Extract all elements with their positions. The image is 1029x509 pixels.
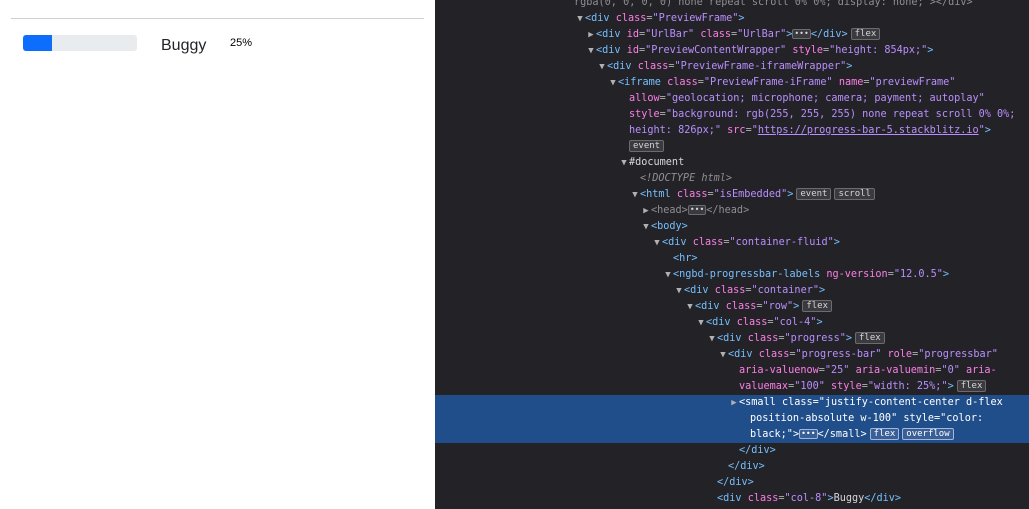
markup-tree-node[interactable]: aria-valuenow="25" aria-valuemin="0" ari… [435, 363, 1029, 379]
markup-line-text: <div class="container-fluid"> [662, 237, 840, 248]
markup-tree-node[interactable]: ▼ <body> [435, 219, 1029, 235]
markup-line-text: </div> [717, 477, 754, 488]
collapse-triangle-icon[interactable]: ▼ [685, 299, 695, 315]
collapse-triangle-icon[interactable]: ▼ [597, 59, 607, 75]
markup-line-text: valuemax="100" style="width: 25%;"> flex [739, 380, 987, 392]
horizontal-rule [11, 18, 424, 19]
markup-tree-node[interactable]: </div> [435, 459, 1029, 475]
collapse-triangle-icon[interactable]: ▼ [586, 43, 596, 59]
expand-triangle-icon[interactable]: ▶ [729, 395, 739, 411]
markup-line-text: <hr> [673, 253, 698, 264]
markup-tree-node[interactable]: ▶ <head> ••• </head> [435, 203, 1029, 219]
markup-tree-node[interactable]: ▼ <html class="isEmbedded"> event scroll [435, 187, 1029, 203]
markup-tree-node[interactable]: ▼ <div id="PreviewContentWrapper" style="… [435, 43, 1029, 59]
markup-tree-node[interactable]: ▼ <div class="PreviewFrame"> [435, 11, 1029, 27]
markup-tree-node[interactable]: <hr> [435, 251, 1029, 267]
row-label: Buggy [161, 37, 207, 54]
markup-tree-node[interactable]: style="background: rgb(255, 255, 255) no… [435, 107, 1029, 123]
markup-tree-node[interactable]: ▼ <div class="container-fluid"> [435, 235, 1029, 251]
markup-tree-node[interactable]: ▼ <iframe class="PreviewFrame-iFrame" nam… [435, 75, 1029, 91]
markup-tree-node[interactable]: rgba(0, 0, 0, 0) none repeat scroll 0% 0… [435, 0, 1029, 11]
markup-line-text: <html class="isEmbedded"> event scroll [640, 188, 875, 200]
markup-line-text: <div class="PreviewFrame-iframeWrapper"> [607, 61, 853, 72]
markup-tree-node[interactable]: </div> [435, 475, 1029, 491]
collapse-triangle-icon[interactable]: ▼ [575, 11, 585, 27]
markup-line-text: <div class="progress-bar" role="progress… [728, 349, 998, 360]
collapse-triangle-icon[interactable]: ▼ [674, 283, 684, 299]
markup-line-text: style="background: rgb(255, 255, 255) no… [629, 109, 1016, 120]
markup-tree-node[interactable]: ▼ <div class="progress-bar" role="progres… [435, 347, 1029, 363]
markup-line-text: <div id="PreviewContentWrapper" style="h… [596, 45, 934, 56]
markup-tree-node[interactable]: event [435, 139, 1029, 155]
progress-percent-text: 25% [230, 37, 253, 49]
markup-line-text: height: 826px;" src="https://progress-ba… [629, 125, 991, 136]
markup-line-text: <iframe class="PreviewFrame-iFrame" name… [618, 77, 956, 88]
markup-line-text: <div class="PreviewFrame"> [585, 13, 745, 24]
markup-line-text: allow="geolocation; microphone; camera; … [629, 93, 985, 104]
markup-line-text: <div class="container"> [684, 285, 826, 296]
collapse-triangle-icon[interactable]: ▼ [718, 347, 728, 363]
markup-line-text: <div class="progress"> flex [717, 332, 885, 344]
markup-tree-node[interactable]: ▼ <div class="progress"> flex [435, 331, 1029, 347]
markup-line-text: #document [629, 157, 685, 168]
collapse-triangle-icon[interactable]: ▼ [608, 75, 618, 91]
markup-tree-node[interactable]: black;"> ••• </small> flex overflow [435, 427, 1029, 443]
markup-tree-node[interactable]: position-absolute w-100" style="color: [435, 411, 1029, 427]
collapse-triangle-icon[interactable]: ▼ [630, 187, 640, 203]
markup-line-text: <div class="col-4"> [706, 317, 823, 328]
markup-tree-node[interactable]: </div> [435, 443, 1029, 459]
collapse-triangle-icon[interactable]: ▼ [652, 235, 662, 251]
preview-pane: Buggy 25% [0, 0, 435, 509]
collapse-triangle-icon[interactable]: ▼ [707, 331, 717, 347]
markup-line-text: <head> ••• </head> [651, 205, 750, 216]
markup-tree-node[interactable]: valuemax="100" style="width: 25%;"> flex [435, 379, 1029, 395]
markup-tree-node[interactable]: allow="geolocation; microphone; camera; … [435, 91, 1029, 107]
markup-line-text: <body> [651, 221, 688, 232]
markup-line-text: <!DOCTYPE html> [640, 173, 733, 184]
markup-tree-node[interactable]: ▼ #document [435, 155, 1029, 171]
markup-tree-node[interactable]: ▼ <div class="row"> flex [435, 299, 1029, 315]
markup-tree-node[interactable]: ▼ <div class="PreviewFrame-iframeWrapper"… [435, 59, 1029, 75]
markup-line-text: <ngbd-progressbar-labels ng-version="12.… [673, 269, 950, 280]
markup-tree-node[interactable]: ▼ <ngbd-progressbar-labels ng-version="12… [435, 267, 1029, 283]
markup-tree-node[interactable]: height: 826px;" src="https://progress-ba… [435, 123, 1029, 139]
expand-triangle-icon[interactable]: ▶ [641, 203, 651, 219]
markup-tree-node[interactable]: <!DOCTYPE html> [435, 171, 1029, 187]
markup-line-text: <div class="col-8">Buggy</div> [717, 493, 902, 504]
collapse-triangle-icon[interactable]: ▼ [641, 219, 651, 235]
markup-tree-node[interactable]: ▼ <div class="container"> [435, 283, 1029, 299]
collapse-triangle-icon[interactable]: ▼ [696, 315, 706, 331]
markup-tree-node[interactable]: <div class="col-8">Buggy</div> [435, 491, 1029, 507]
markup-tree-node[interactable]: ▶ <div id="UrlBar" class="UrlBar"> ••• </di… [435, 27, 1029, 43]
markup-line-text: <small class="justify-content-center d-f… [739, 397, 1003, 408]
markup-line-text: black;"> ••• </small> flex overflow [750, 428, 954, 440]
markup-line-text: position-absolute w-100" style="color: [750, 413, 984, 424]
markup-line-text: </div> [728, 461, 765, 472]
markup-tree-node[interactable]: ▼ <div class="col-4"> [435, 315, 1029, 331]
markup-line-text: aria-valuenow="25" aria-valuemin="0" ari… [739, 365, 997, 376]
markup-line-text: </div> [739, 445, 776, 456]
markup-line-text: <div class="row"> flex [695, 300, 832, 312]
collapse-triangle-icon[interactable]: ▼ [619, 155, 629, 171]
markup-tree-node[interactable]: ▶ <small class="justify-content-center d-… [435, 395, 1029, 411]
devtools-inspector-panel: rgba(0, 0, 0, 0) none repeat scroll 0% 0… [435, 0, 1029, 509]
markup-line-text: event [629, 140, 665, 152]
progress-track [23, 35, 137, 51]
markup-line-text: <div id="UrlBar" class="UrlBar"> ••• </div… [596, 28, 881, 40]
collapse-triangle-icon[interactable]: ▼ [663, 267, 673, 283]
expand-triangle-icon[interactable]: ▶ [586, 27, 596, 43]
markup-line-text: rgba(0, 0, 0, 0) none repeat scroll 0% 0… [574, 0, 973, 8]
progress-bar-fill [23, 35, 52, 51]
